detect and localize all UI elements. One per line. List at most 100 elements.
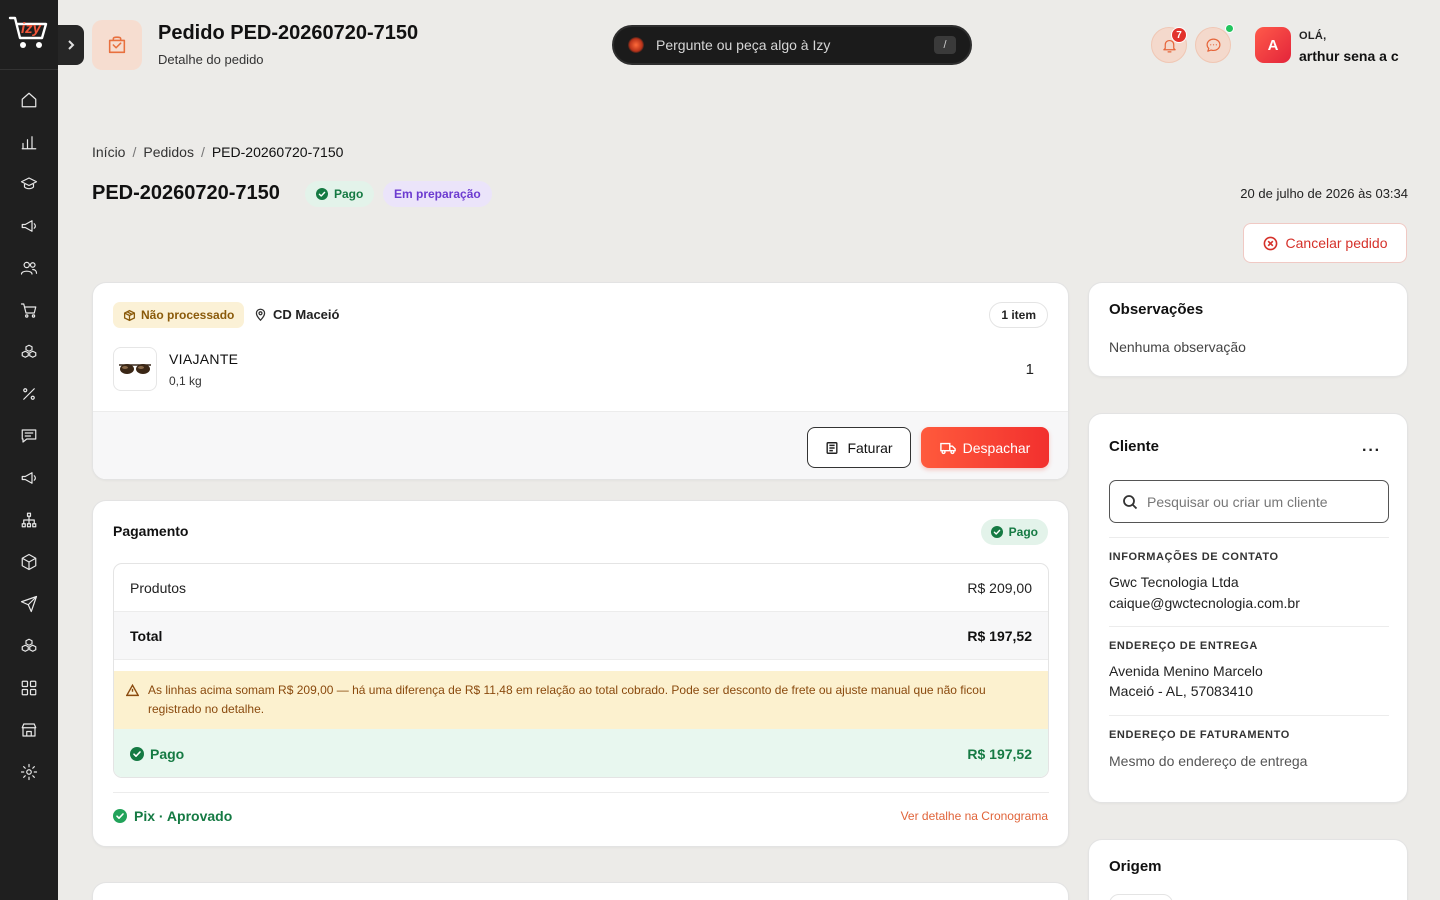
user-name[interactable]: arthur sena a c (1299, 48, 1399, 64)
dispatch-button[interactable]: Despachar (921, 427, 1049, 468)
product-quantity: 1 (1025, 361, 1034, 378)
product-name[interactable]: VIAJANTE (169, 351, 238, 367)
avatar[interactable]: A (1255, 27, 1291, 63)
payment-card: Pagamento Pago Produtos R$ 209,00 Total … (92, 500, 1069, 847)
ask-izy-bar[interactable]: Pergunte ou peça algo à Izy / (612, 25, 972, 65)
notification-count-badge: 7 (1171, 27, 1187, 43)
warning-text: As linhas acima somam R$ 209,00 — há uma… (148, 683, 986, 716)
client-search[interactable] (1109, 480, 1389, 523)
boxes-icon[interactable] (19, 342, 39, 362)
payment-summary-table: Produtos R$ 209,00 Total R$ 197,52 As li… (113, 563, 1049, 778)
origin-card: Origem (1088, 839, 1408, 900)
gear-icon[interactable] (19, 762, 39, 782)
payment-status-text: Pago (334, 187, 364, 201)
total-row: Total R$ 197,52 (114, 612, 1048, 660)
client-title: Cliente (1109, 438, 1160, 455)
fulfillment-location: CD Maceió (254, 307, 339, 322)
send-icon[interactable] (19, 594, 39, 614)
client-email[interactable]: caique@gwctecnologia.com.br (1109, 595, 1300, 611)
client-card: Cliente ··· INFORMAÇÕES DE CONTATO Gwc T… (1088, 413, 1408, 803)
order-date: 20 de julho de 2026 às 03:34 (1240, 186, 1408, 201)
boxes-icon[interactable] (19, 636, 39, 656)
payment-title: Pagamento (113, 523, 189, 539)
sunglasses-icon (119, 364, 151, 374)
processing-status-text: Não processado (141, 308, 235, 322)
check-circle-icon (113, 809, 127, 823)
check-circle-icon (130, 747, 144, 761)
package-icon (123, 309, 136, 321)
total-value: R$ 197,52 (967, 627, 1032, 644)
spark-icon (628, 37, 644, 53)
page-subtitle: Detalhe do pedido (158, 52, 264, 67)
breadcrumb-separator: / (200, 144, 205, 160)
users-icon[interactable] (19, 258, 39, 278)
product-thumbnail (113, 347, 157, 391)
payment-method: Pix · Aprovado (113, 808, 232, 824)
grid-icon[interactable] (19, 678, 39, 698)
truck-icon (939, 442, 956, 454)
paid-label: Pago (150, 746, 185, 762)
ask-izy-placeholder: Pergunte ou peça algo à Izy (656, 37, 831, 53)
product-weight: 0,1 kg (169, 374, 202, 388)
client-search-input[interactable] (1147, 493, 1376, 510)
page-title: Pedido PED-20260720-7150 (158, 22, 419, 44)
payment-detail-link[interactable]: Ver detalhe na Cronograma (901, 809, 1048, 823)
location-name: CD Maceió (273, 307, 340, 322)
graduation-cap-icon[interactable] (19, 174, 39, 194)
shipping-address-line2: Maceió - AL, 57083410 (1109, 683, 1253, 699)
order-bag-icon (92, 20, 142, 70)
divider (1109, 537, 1389, 538)
cancel-order-button[interactable]: Cancelar pedido (1243, 223, 1407, 263)
observations-text: Nenhuma observação (1109, 339, 1246, 355)
dispatch-label: Despachar (962, 439, 1031, 456)
box-icon[interactable] (19, 552, 39, 572)
home-icon[interactable] (19, 90, 39, 110)
receipt-icon (826, 441, 838, 454)
sidebar: izy (0, 0, 58, 900)
divider (1109, 626, 1389, 627)
breadcrumb-orders[interactable]: Pedidos (143, 144, 194, 160)
total-label: Total (130, 627, 163, 644)
divider (113, 792, 1049, 793)
billing-address-text: Mesmo do endereço de entrega (1109, 753, 1308, 769)
next-card (92, 882, 1069, 900)
warning-triangle-icon (126, 684, 139, 697)
order-items-card: Não processado CD Maceió 1 item VIAJANTE… (92, 282, 1069, 480)
breadcrumb: Início / Pedidos / PED-20260720-7150 (92, 144, 343, 160)
payment-method-text: Pix · Aprovado (134, 808, 233, 824)
megaphone-icon[interactable] (19, 216, 39, 236)
products-value: R$ 209,00 (967, 579, 1032, 596)
percent-icon[interactable] (19, 384, 39, 404)
invoice-button[interactable]: Faturar (807, 427, 911, 468)
map-pin-icon (255, 308, 266, 321)
invoice-label: Faturar (847, 439, 893, 456)
check-circle-icon (990, 526, 1003, 538)
cart-icon[interactable] (19, 300, 39, 320)
message-icon[interactable] (19, 426, 39, 446)
items-actions-bar: Faturar Despachar (93, 411, 1068, 479)
origin-title: Origem (1109, 858, 1162, 875)
divider (1109, 715, 1389, 716)
observations-card: Observações Nenhuma observação (1088, 282, 1408, 377)
check-circle-icon (316, 188, 328, 200)
client-more-button[interactable]: ··· (1362, 442, 1381, 460)
breadcrumb-home[interactable]: Início (92, 144, 125, 160)
chart-icon[interactable] (19, 132, 39, 152)
megaphone-icon[interactable] (19, 468, 39, 488)
processing-status-tag: Não processado (113, 302, 245, 328)
network-icon[interactable] (19, 510, 39, 530)
payment-status-badge: Pago (305, 181, 375, 207)
chat-icon (1206, 38, 1220, 52)
paid-row: Pago R$ 197,52 (114, 729, 1048, 777)
search-icon (1123, 494, 1138, 509)
cancel-order-label: Cancelar pedido (1285, 235, 1388, 251)
sidebar-expand-button[interactable] (58, 25, 84, 65)
izy-logo[interactable]: izy (8, 10, 52, 52)
store-icon[interactable] (19, 720, 39, 740)
contact-info-label: INFORMAÇÕES DE CONTATO (1109, 551, 1279, 563)
greeting-label: OLÁ, (1299, 30, 1327, 42)
billing-address-label: ENDEREÇO DE FATURAMENTO (1109, 729, 1290, 741)
paid-value: R$ 197,52 (967, 746, 1032, 762)
x-circle-icon (1263, 236, 1277, 250)
chat-button[interactable] (1195, 27, 1231, 63)
